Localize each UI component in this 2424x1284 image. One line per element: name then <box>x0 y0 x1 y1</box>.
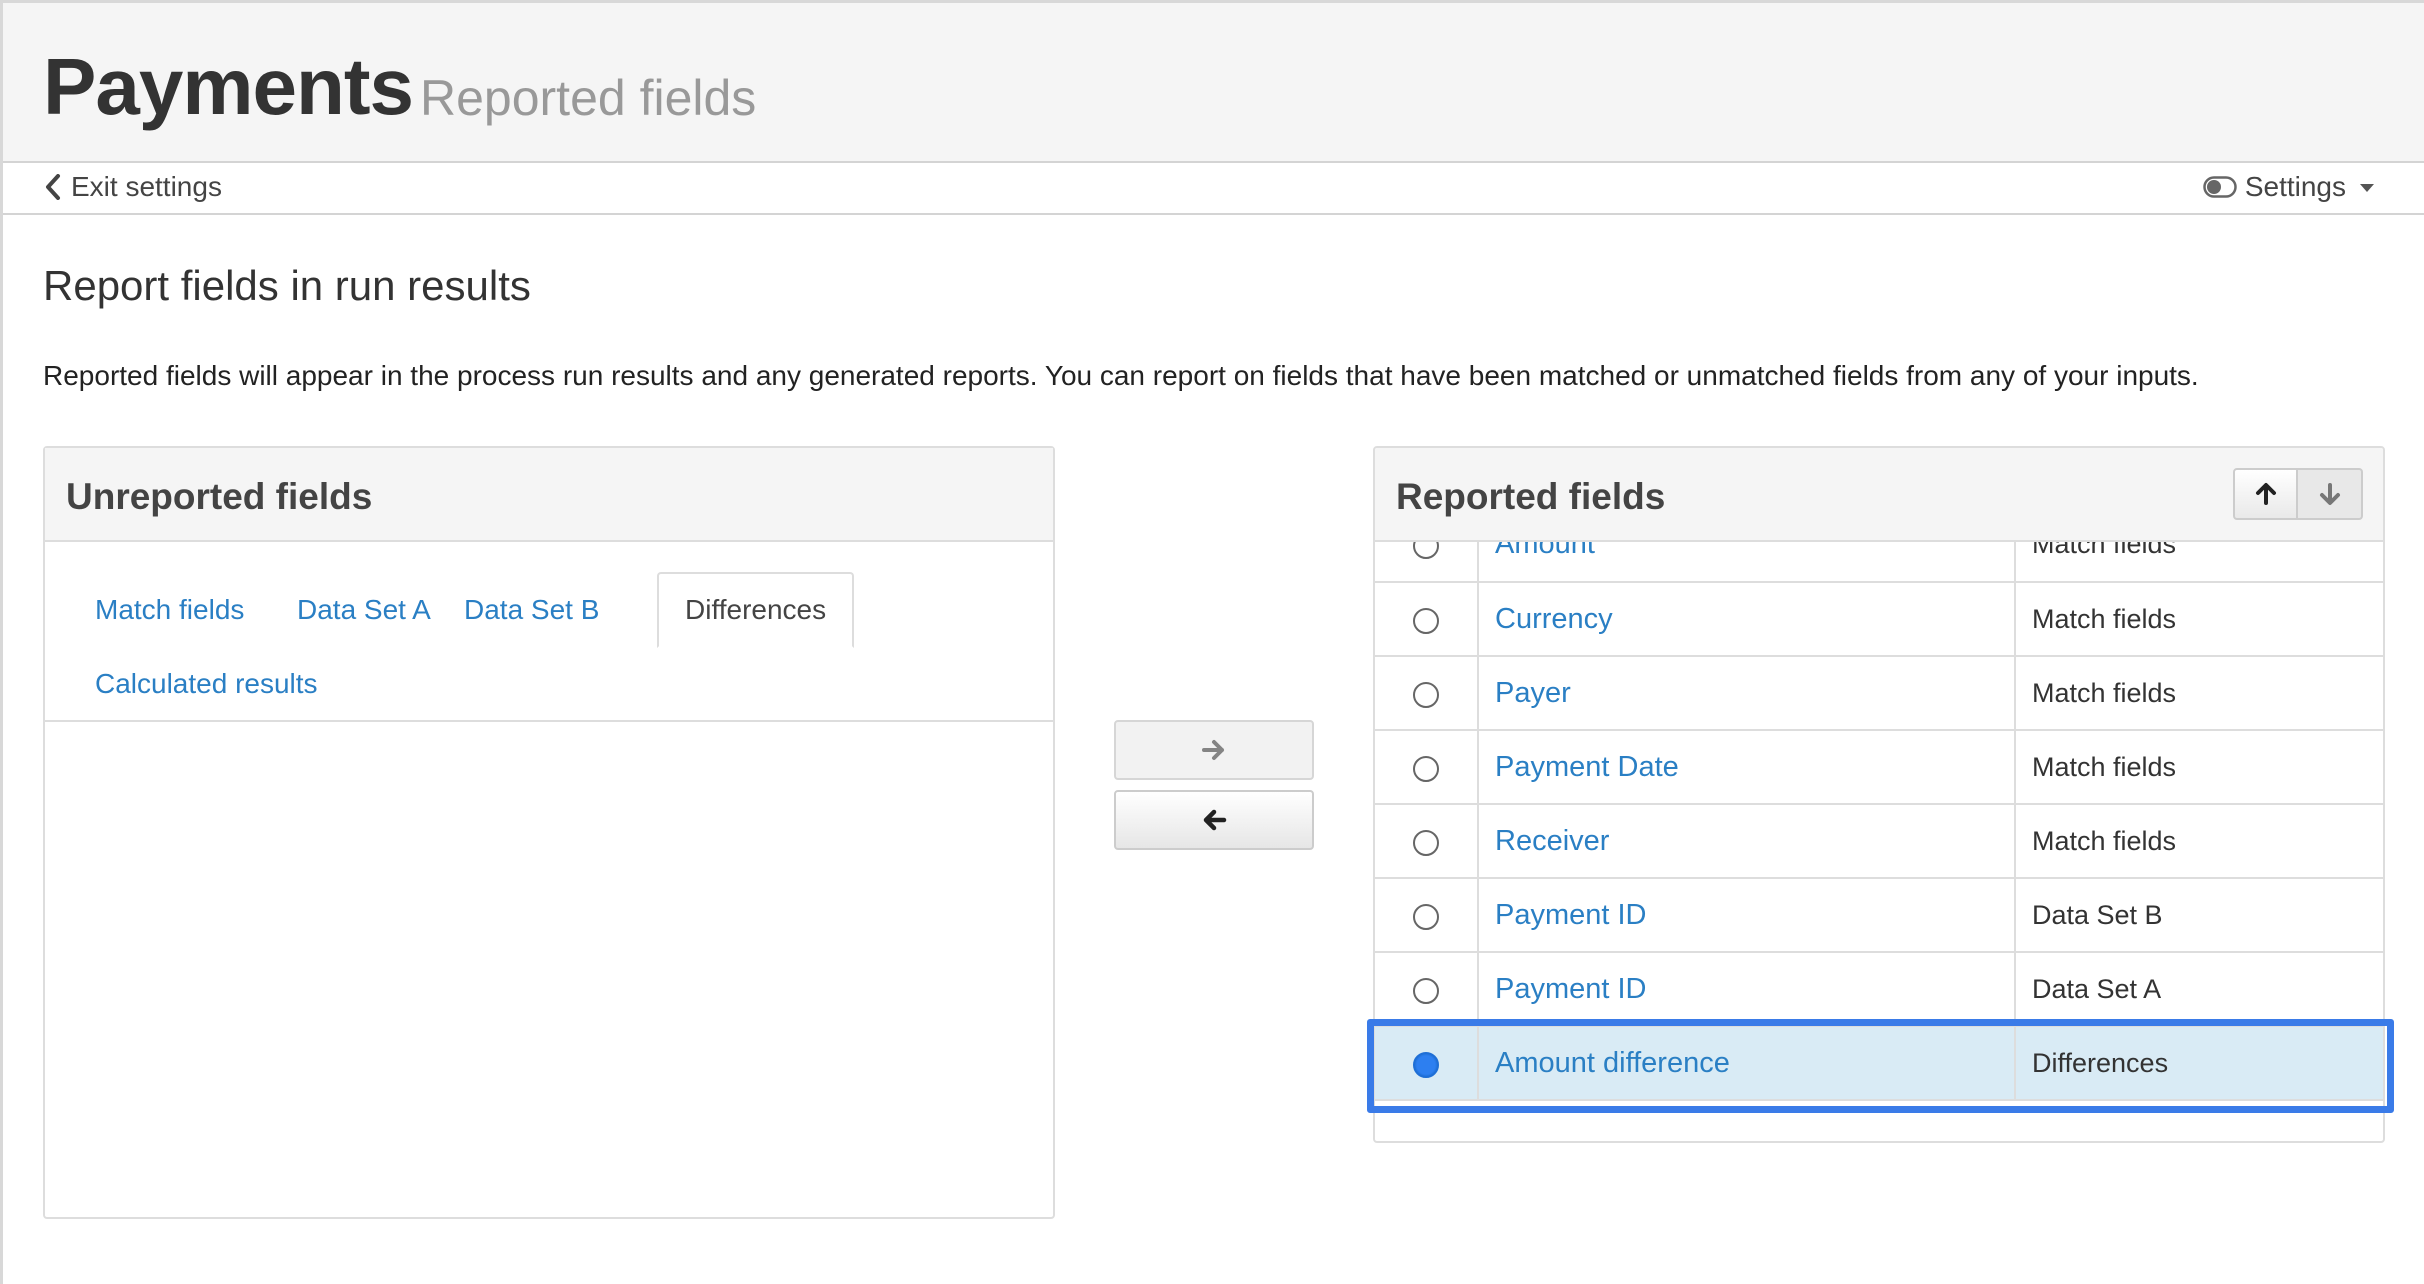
table-row[interactable]: Amount difference Differences <box>1375 1026 2383 1101</box>
field-source: Data Set A <box>2015 952 2383 1027</box>
exit-settings-label: Exit settings <box>71 171 222 202</box>
row-radio[interactable] <box>1413 903 1439 930</box>
move-down-button[interactable] <box>2298 468 2363 520</box>
reported-panel-title: Reported fields <box>1396 476 1666 517</box>
field-source: Match fields <box>2015 804 2383 879</box>
field-name-link[interactable]: Payer <box>1478 656 2016 731</box>
table-row[interactable]: Amount Match fields <box>1375 542 2383 583</box>
reported-panel-heading: Reported fields <box>1375 448 2383 542</box>
field-source: Match fields <box>2015 542 2383 583</box>
unreported-panel-heading: Unreported fields <box>45 448 1053 542</box>
caret-down-icon <box>2360 184 2374 192</box>
arrow-right-icon <box>1202 740 1224 760</box>
toggle-icon <box>2203 176 2237 198</box>
row-radio[interactable] <box>1413 755 1439 782</box>
row-radio[interactable] <box>1413 542 1439 560</box>
table-row[interactable]: Payment Date Match fields <box>1375 730 2383 805</box>
remove-from-reported-button[interactable] <box>1114 790 1314 850</box>
row-radio[interactable] <box>1413 977 1439 1004</box>
row-radio[interactable] <box>1413 1051 1439 1078</box>
field-name-link[interactable]: Payment ID <box>1478 878 2016 953</box>
tab-data-set-b[interactable]: Data Set B <box>438 574 625 646</box>
unreported-panel-title: Unreported fields <box>66 476 373 517</box>
exit-settings-link[interactable]: Exit settings <box>45 171 222 203</box>
reported-fields-table: Amount Match fields Currency Match fields Pa… <box>1375 542 2383 1101</box>
table-row[interactable]: Payment ID Data Set B <box>1375 878 2383 953</box>
tab-differences[interactable]: Differences <box>657 572 855 648</box>
section-heading: Report fields in run results <box>43 262 531 309</box>
arrow-left-icon <box>1203 809 1227 831</box>
add-to-reported-button[interactable] <box>1114 720 1314 780</box>
table-row[interactable]: Receiver Match fields <box>1375 804 2383 879</box>
row-radio[interactable] <box>1413 829 1439 856</box>
field-name-link[interactable]: Payment ID <box>1478 952 2016 1027</box>
field-name-link[interactable]: Receiver <box>1478 804 2016 879</box>
row-radio-cell <box>1375 542 1479 583</box>
row-radio[interactable] <box>1413 681 1439 708</box>
table-row[interactable]: Payment ID Data Set A <box>1375 952 2383 1027</box>
field-source: Data Set B <box>2015 878 2383 953</box>
field-source: Match fields <box>2015 656 2383 731</box>
row-radio-cell <box>1375 804 1479 879</box>
field-name-link[interactable]: Payment Date <box>1478 730 2016 805</box>
field-source: Match fields <box>2015 730 2383 805</box>
tab-data-set-a[interactable]: Data Set A <box>271 574 457 646</box>
row-radio-cell <box>1375 952 1479 1027</box>
tab-calculated-results[interactable]: Calculated results <box>69 648 344 720</box>
settings-label: Settings <box>2244 171 2346 202</box>
row-radio-cell <box>1375 730 1479 805</box>
row-radio-cell <box>1375 582 1479 657</box>
settings-bar: Exit settings Settings <box>3 163 2424 215</box>
field-name-link[interactable]: Amount difference <box>1478 1026 2016 1101</box>
field-name-link[interactable]: Amount <box>1478 542 2016 583</box>
chevron-left-icon <box>46 174 60 200</box>
page-header: Payments Reported fields <box>3 3 2424 163</box>
page-title: Payments <box>43 42 414 131</box>
arrow-down-icon <box>2319 483 2340 505</box>
row-radio-cell <box>1375 1026 1479 1101</box>
row-radio[interactable] <box>1413 607 1439 634</box>
field-source-tabs: Match fields Data Set A Data Set B Diffe… <box>45 542 1053 722</box>
field-source: Differences <box>2015 1026 2383 1101</box>
row-radio-cell <box>1375 878 1479 953</box>
table-row[interactable]: Payer Match fields <box>1375 656 2383 731</box>
reported-fields-panel: Reported fields Amount Match fields Curren… <box>1373 446 2385 1143</box>
tab-match-fields[interactable]: Match fields <box>69 574 270 646</box>
field-source: Match fields <box>2015 582 2383 657</box>
page-subtitle: Reported fields <box>420 70 757 126</box>
move-up-button[interactable] <box>2233 468 2298 520</box>
table-row[interactable]: Currency Match fields <box>1375 582 2383 657</box>
section-description: Reported fields will appear in the proce… <box>43 360 2199 391</box>
unreported-fields-panel: Unreported fields Match fields Data Set … <box>43 446 1055 1219</box>
row-radio-cell <box>1375 656 1479 731</box>
order-button-group <box>2233 468 2363 520</box>
settings-dropdown[interactable]: Settings <box>2203 171 2374 203</box>
field-name-link[interactable]: Currency <box>1478 582 2016 657</box>
reported-fields-table-scroll[interactable]: Amount Match fields Currency Match fields Pa… <box>1375 542 2383 1141</box>
arrow-up-icon <box>2255 483 2276 505</box>
